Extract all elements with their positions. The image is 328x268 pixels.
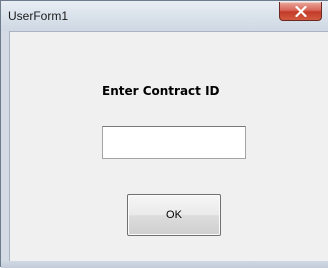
userform-window: UserForm1 Enter Contract ID OK (0, 0, 328, 268)
prompt-label: Enter Contract ID (102, 84, 220, 98)
close-button[interactable] (279, 2, 322, 21)
contract-id-input[interactable] (102, 126, 246, 159)
title-bar[interactable]: UserForm1 (1, 1, 328, 31)
window-title: UserForm1 (8, 9, 69, 23)
close-icon (295, 6, 307, 17)
ok-button[interactable]: OK (127, 194, 221, 236)
form-body: Enter Contract ID OK (9, 31, 328, 261)
